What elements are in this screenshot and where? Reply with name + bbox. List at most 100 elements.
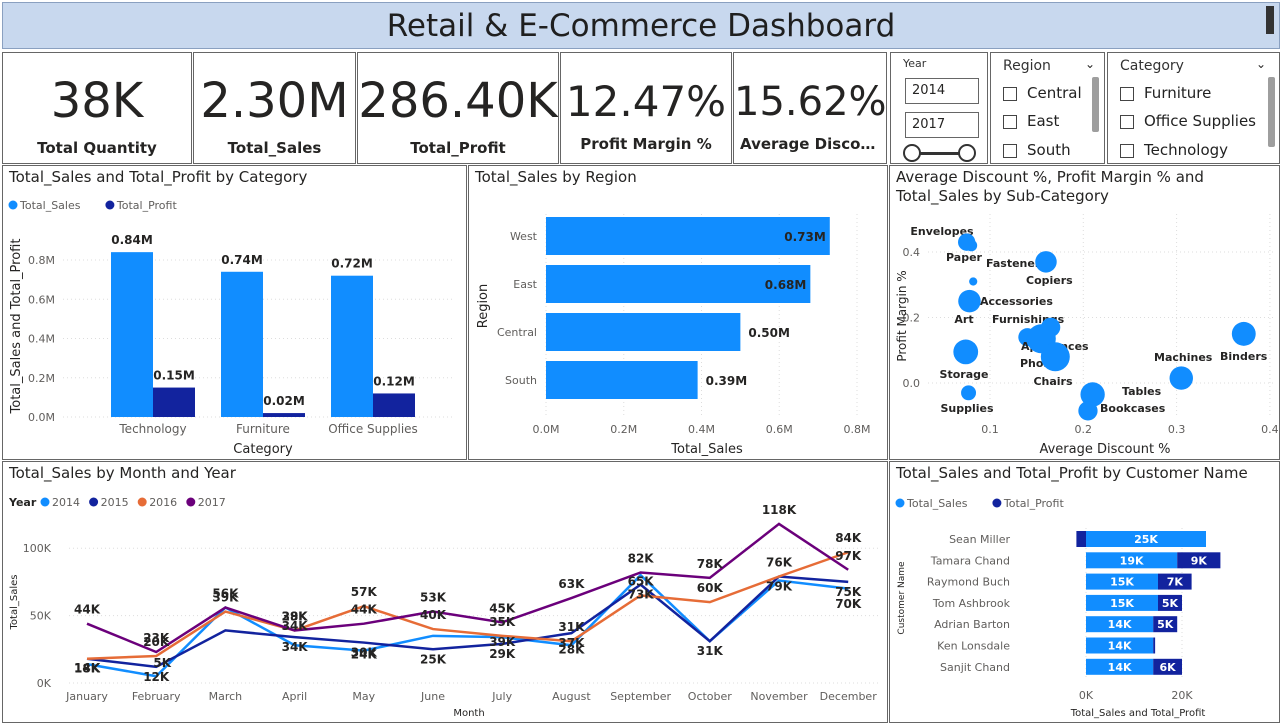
- data-label: 118K: [762, 503, 797, 517]
- data-label: 19K: [1120, 554, 1144, 567]
- legend-label: Total_Sales: [19, 199, 81, 212]
- region-item-label: East: [1027, 112, 1060, 130]
- checkbox[interactable]: [1120, 143, 1134, 158]
- point-label: Copiers: [1026, 274, 1073, 287]
- month-chart-panel: Total_Sales by Month and Year Year 2014 20…: [2, 461, 888, 723]
- data-label: 60K: [697, 581, 724, 595]
- region-item-label: Central: [1027, 84, 1082, 102]
- point-label: Machines: [1154, 351, 1213, 364]
- data-label: 29K: [489, 647, 516, 661]
- x-tick-label: January: [65, 690, 108, 703]
- legend-marker: [40, 497, 50, 507]
- x-tick-label: July: [491, 690, 512, 703]
- checkbox[interactable]: [1003, 86, 1017, 101]
- subcategory-chart-panel: Average Discount %, Profit Margin % and …: [889, 165, 1280, 460]
- legend-title: Year: [8, 496, 37, 509]
- x-tick-label: June: [420, 690, 445, 703]
- data-label: 56K: [212, 587, 239, 601]
- data-label: 5K: [1157, 618, 1174, 631]
- legend-marker: [8, 200, 18, 210]
- region-scrollbar[interactable]: [1092, 77, 1099, 132]
- checkbox[interactable]: [1003, 143, 1017, 158]
- category-slicer: Category ⌄ Furniture Office Supplies Tec…: [1107, 52, 1280, 164]
- legend-marker: [105, 200, 115, 210]
- kpi-label: Average Discou...: [740, 135, 886, 153]
- x-axis-title: Total_Sales: [670, 442, 743, 457]
- x-tick-label: 0K: [1079, 689, 1094, 702]
- y-axis-title: Total_Sales and Total_Profit: [9, 239, 24, 415]
- data-label: 0.73M: [784, 230, 826, 244]
- category-chart-panel: Total_Sales and Total_Profit by Category…: [2, 165, 467, 460]
- kpi-card-total-profit: 286.40K Total_Profit: [357, 52, 559, 164]
- year-from-input[interactable]: 2014: [905, 78, 979, 104]
- kpi-value: 15.62%: [734, 79, 886, 125]
- region-slicer: Region ⌄ Central East South: [990, 52, 1105, 164]
- point-label: Tables: [1122, 385, 1162, 398]
- y-tick-label: 0.8M: [28, 254, 55, 267]
- data-label: 53K: [420, 591, 447, 605]
- x-axis-title: Category: [233, 442, 293, 457]
- data-label: 44K: [351, 603, 378, 617]
- data-label: 0.15M: [153, 369, 195, 383]
- region-item-central[interactable]: Central: [1003, 84, 1082, 102]
- title-bar: Retail & E-Commerce Dashboard: [2, 2, 1280, 49]
- point-label: Binders: [1220, 350, 1268, 363]
- data-label: 0.68M: [765, 278, 807, 292]
- category-item-furniture[interactable]: Furniture: [1120, 84, 1211, 102]
- chevron-down-icon[interactable]: ⌄: [1256, 57, 1266, 71]
- kpi-value: 2.30M: [200, 73, 349, 129]
- data-label: 5K: [153, 656, 171, 670]
- point-label: Chairs: [1033, 375, 1073, 388]
- checkbox[interactable]: [1003, 114, 1017, 129]
- data-label: 23K: [143, 631, 170, 645]
- checkbox[interactable]: [1120, 114, 1134, 129]
- y-tick-label: South: [505, 374, 537, 387]
- year-to-input[interactable]: 2017: [905, 112, 979, 138]
- category-scrollbar[interactable]: [1268, 77, 1275, 147]
- y-tick-label: Tamara Chand: [930, 554, 1010, 567]
- scroll-handle[interactable]: [1266, 6, 1274, 34]
- x-tick-label: May: [352, 690, 375, 703]
- data-label: 35K: [489, 615, 516, 629]
- scatter-point: [1169, 366, 1193, 390]
- category-item-office-supplies[interactable]: Office Supplies: [1120, 112, 1256, 130]
- point-label: Paper: [946, 251, 983, 264]
- x-tick-label: Office Supplies: [328, 422, 418, 436]
- bar-total-sales: [546, 313, 741, 351]
- region-item-east[interactable]: East: [1003, 112, 1059, 130]
- region-slicer-title: Region: [1003, 58, 1051, 74]
- x-tick-label: 20K: [1171, 689, 1193, 702]
- year-slicer-title: Year: [903, 57, 927, 70]
- data-label: 0.12M: [373, 374, 415, 388]
- y-tick-label: 50K: [30, 610, 52, 623]
- kpi-value: 12.47%: [565, 77, 727, 126]
- kpi-label: Total_Profit: [410, 139, 506, 157]
- data-label: 0.84M: [111, 233, 153, 247]
- y-tick-label: Adrian Barton: [934, 618, 1010, 631]
- y-tick-label: 100K: [23, 542, 52, 555]
- checkbox[interactable]: [1120, 86, 1134, 101]
- data-label: 31K: [558, 620, 585, 634]
- year-range-handle-end[interactable]: [958, 144, 976, 162]
- x-tick-label: 0.4: [1261, 423, 1279, 436]
- legend-marker: [137, 497, 147, 507]
- category-item-label: Office Supplies: [1144, 112, 1257, 130]
- chevron-down-icon[interactable]: ⌄: [1085, 57, 1095, 71]
- scatter-point: [960, 297, 974, 311]
- y-axis-title: Region: [476, 284, 491, 329]
- data-label: 6K: [1160, 661, 1177, 674]
- year-range-handle-start[interactable]: [903, 144, 921, 162]
- category-slicer-title: Category: [1120, 58, 1184, 74]
- category-item-technology[interactable]: Technology: [1120, 141, 1228, 159]
- bar-total-sales: [546, 361, 698, 399]
- bar-total-profit: [373, 393, 415, 417]
- data-label: 44K: [74, 603, 101, 617]
- x-tick-label: 0.6M: [766, 423, 793, 436]
- data-label: 39K: [489, 635, 516, 649]
- legend-label: 2015: [101, 496, 129, 509]
- x-tick-label: December: [820, 690, 878, 703]
- y-tick-label: Raymond Buch: [927, 576, 1010, 589]
- kpi-label: Profit Margin %: [580, 135, 712, 153]
- y-axis-title: Total_Sales: [9, 575, 20, 631]
- region-item-south[interactable]: South: [1003, 141, 1071, 159]
